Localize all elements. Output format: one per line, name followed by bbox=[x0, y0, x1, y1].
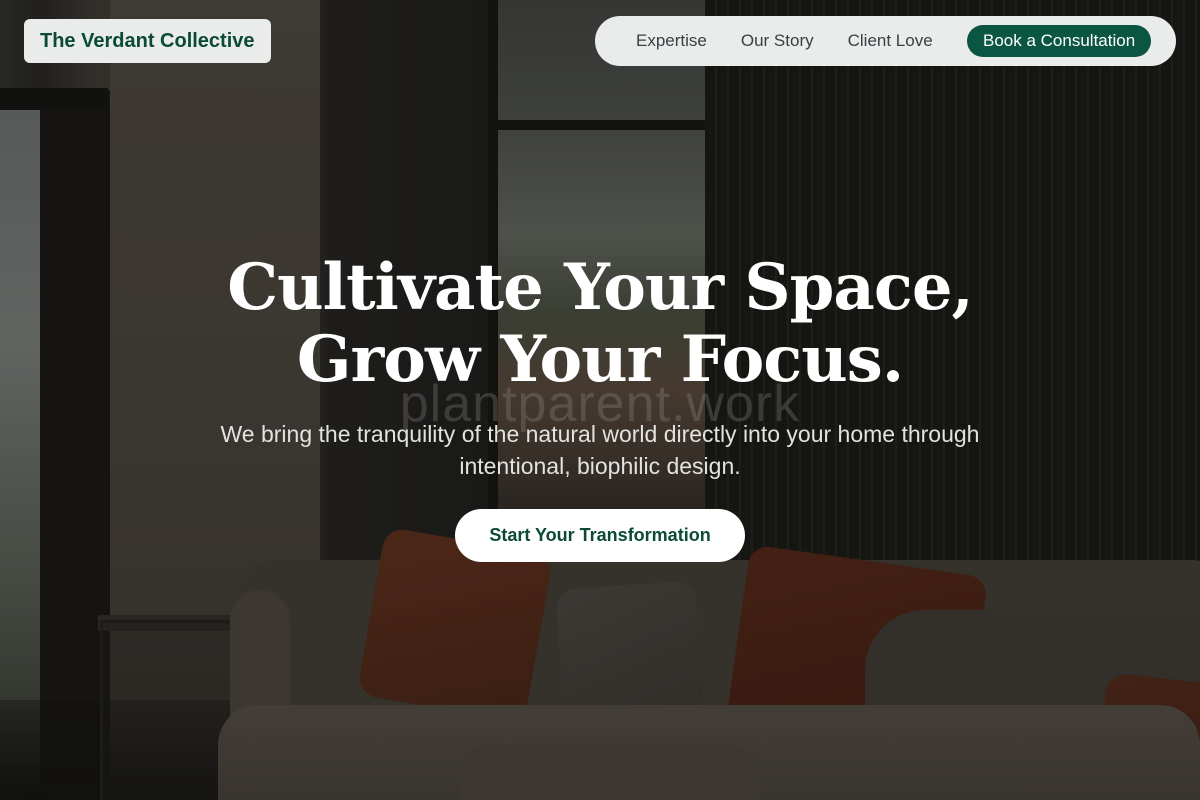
main-nav: Expertise Our Story Client Love Book a C… bbox=[595, 16, 1176, 66]
hero-subtitle: We bring the tranquility of the natural … bbox=[220, 421, 980, 479]
hero-title-line-1: Cultivate Your Space, bbox=[227, 250, 974, 325]
nav-link-expertise[interactable]: Expertise bbox=[636, 31, 707, 51]
brand-logo[interactable]: The Verdant Collective bbox=[24, 19, 271, 63]
start-transformation-button[interactable]: Start Your Transformation bbox=[455, 509, 745, 562]
book-consultation-button[interactable]: Book a Consultation bbox=[967, 25, 1152, 57]
nav-link-client-love[interactable]: Client Love bbox=[848, 31, 933, 51]
hero-section: The Verdant Collective Expertise Our Sto… bbox=[0, 0, 1200, 800]
nav-link-our-story[interactable]: Our Story bbox=[741, 31, 814, 51]
